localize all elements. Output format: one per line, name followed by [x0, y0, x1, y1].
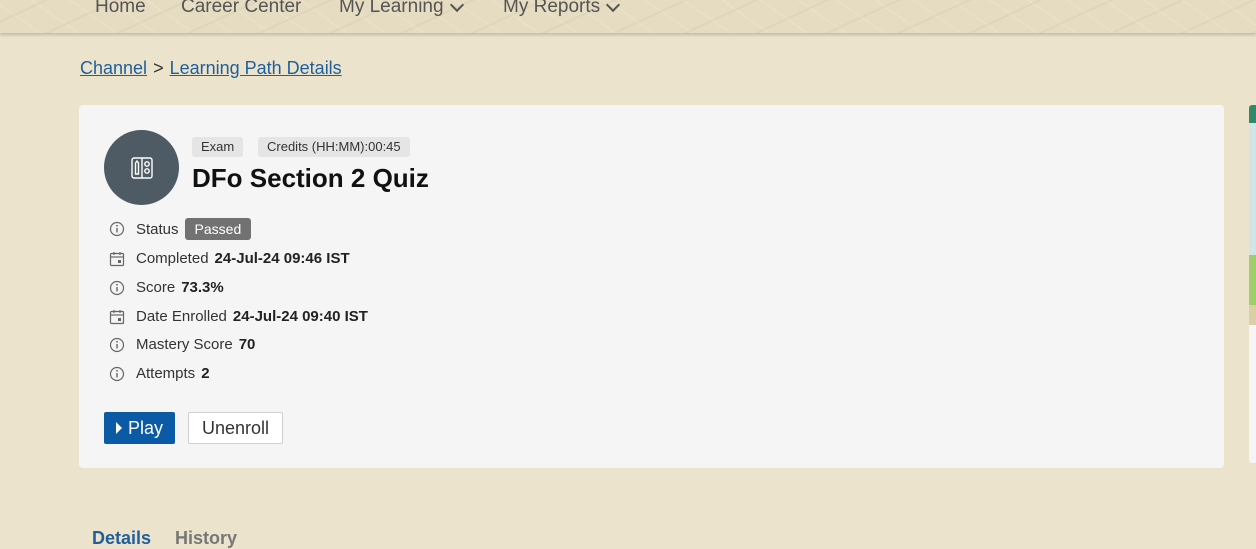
score-value: 73.3% [181, 279, 224, 296]
chevron-down-icon [449, 0, 464, 12]
attempts-row: Attempts 2 [109, 365, 210, 382]
score-label: Score [136, 279, 176, 296]
score-row: Score 73.3% [109, 279, 224, 296]
nav-home-label: Home [95, 0, 146, 17]
completed-label: Completed [136, 250, 209, 267]
status-label: Status [136, 220, 179, 238]
attempts-label: Attempts [136, 365, 196, 382]
play-button-label: Play [127, 417, 163, 438]
tab-bar: Details History [92, 528, 237, 549]
nav-my-learning[interactable]: My Learning [339, 0, 464, 18]
calendar-icon [109, 309, 125, 325]
mastery-score-label: Mastery Score [136, 336, 233, 353]
info-icon [109, 280, 125, 296]
info-icon [109, 337, 125, 353]
breadcrumb-learning-path-link[interactable]: Learning Path Details [170, 58, 342, 78]
calendar-icon [109, 251, 125, 267]
nav-career-center[interactable]: Career Center [181, 0, 301, 18]
status-badge: Passed [184, 218, 252, 240]
tab-details[interactable]: Details [92, 528, 151, 549]
page-title: DFo Section 2 Quiz [192, 163, 429, 193]
tab-history[interactable]: History [175, 528, 237, 549]
top-navigation: Home Career Center My Learning My Report… [0, 0, 1256, 33]
play-button[interactable]: Play [104, 412, 175, 444]
next-card-edge[interactable] [1249, 105, 1256, 463]
nav-my-reports-label: My Reports [503, 0, 601, 17]
nav-career-center-label: Career Center [181, 0, 302, 17]
play-icon [115, 422, 122, 434]
nav-my-learning-label: My Learning [339, 0, 444, 17]
mastery-score-value: 70 [238, 336, 256, 353]
breadcrumb-channel-link[interactable]: Channel [80, 58, 147, 78]
info-icon [109, 221, 125, 237]
date-enrolled-label: Date Enrolled [136, 308, 227, 325]
nav-my-reports[interactable]: My Reports [503, 0, 621, 18]
mastery-score-row: Mastery Score 70 [109, 336, 255, 353]
chevron-down-icon [606, 0, 621, 12]
attempts-value: 2 [201, 365, 210, 382]
unenroll-button[interactable]: Unenroll [188, 412, 283, 444]
breadcrumb-separator: > [153, 58, 164, 78]
date-enrolled-value: 24-Jul-24 09:40 IST [232, 308, 368, 325]
breadcrumb: Channel > Learning Path Details [80, 58, 342, 79]
date-enrolled-row: Date Enrolled 24-Jul-24 09:40 IST [109, 308, 368, 325]
completed-value: 24-Jul-24 09:46 IST [214, 250, 350, 267]
nav-home[interactable]: Home [95, 0, 146, 18]
status-row: Status Passed [109, 218, 252, 240]
card-thumbnail [1249, 105, 1256, 325]
type-tag: Exam [192, 137, 244, 157]
info-icon [109, 366, 125, 382]
completed-row: Completed 24-Jul-24 09:46 IST [109, 250, 350, 267]
exam-icon [104, 130, 179, 205]
learning-item-card: Exam Credits (HH:MM):00:45 DFo Section 2… [79, 105, 1224, 468]
credits-tag: Credits (HH:MM):00:45 [258, 137, 410, 157]
